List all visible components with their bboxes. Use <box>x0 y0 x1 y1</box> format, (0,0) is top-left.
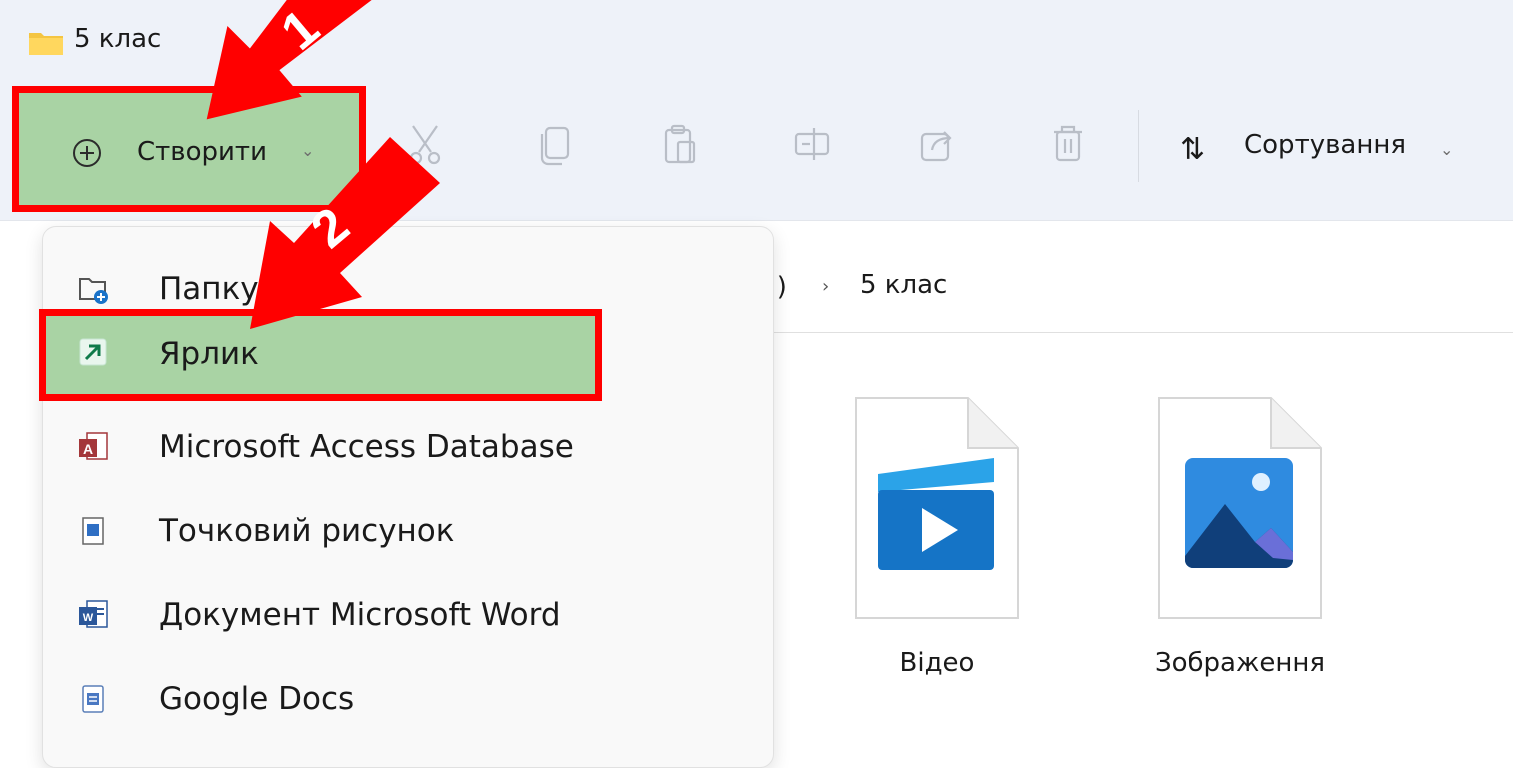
toolbar-divider <box>1138 110 1139 182</box>
file-item-video[interactable] <box>852 396 1022 621</box>
chevron-down-icon: ⌄ <box>1440 140 1454 159</box>
menu-item-access-database[interactable]: A Microsoft Access Database <box>43 407 773 487</box>
menu-item-word-document[interactable]: W Документ Microsoft Word <box>43 575 773 655</box>
menu-item-label: Google Docs <box>159 681 355 717</box>
bitmap-icon <box>82 517 104 545</box>
add-circle-icon <box>73 139 101 167</box>
menu-item-label: Microsoft Access Database <box>159 429 574 465</box>
breadcrumb-current-folder[interactable]: 5 клас <box>860 270 947 300</box>
share-icon[interactable] <box>918 122 958 166</box>
folder-icon <box>29 33 63 55</box>
word-icon: W <box>79 600 108 628</box>
menu-item-label: Точковий рисунок <box>159 513 455 549</box>
file-label-video: Відео <box>899 648 975 678</box>
delete-icon[interactable] <box>1048 122 1088 166</box>
rename-icon[interactable] <box>792 122 832 166</box>
sort-button[interactable]: Сортування <box>1244 130 1406 160</box>
copy-icon[interactable] <box>535 122 575 166</box>
google-docs-icon <box>82 685 104 713</box>
menu-item-label: Документ Microsoft Word <box>159 597 561 633</box>
menu-item-bitmap[interactable]: Точковий рисунок <box>43 491 773 571</box>
new-folder-icon <box>79 278 108 304</box>
file-item-image[interactable] <box>1155 396 1325 621</box>
sort-icon: ⇅ <box>1180 132 1206 167</box>
menu-item-google-docs[interactable]: Google Docs <box>43 659 773 739</box>
access-icon: A <box>79 432 108 460</box>
chevron-right-icon: › <box>822 276 830 297</box>
svg-text:W: W <box>83 612 94 624</box>
shortcut-icon <box>79 338 107 366</box>
file-label-image: Зображення <box>1154 648 1326 678</box>
video-icon <box>855 397 1019 619</box>
menu-item-label: Ярлик <box>159 336 259 372</box>
image-icon <box>1158 397 1322 619</box>
window-title: 5 клас <box>74 24 162 54</box>
svg-text:A: A <box>83 441 93 457</box>
paste-icon[interactable] <box>660 122 700 166</box>
